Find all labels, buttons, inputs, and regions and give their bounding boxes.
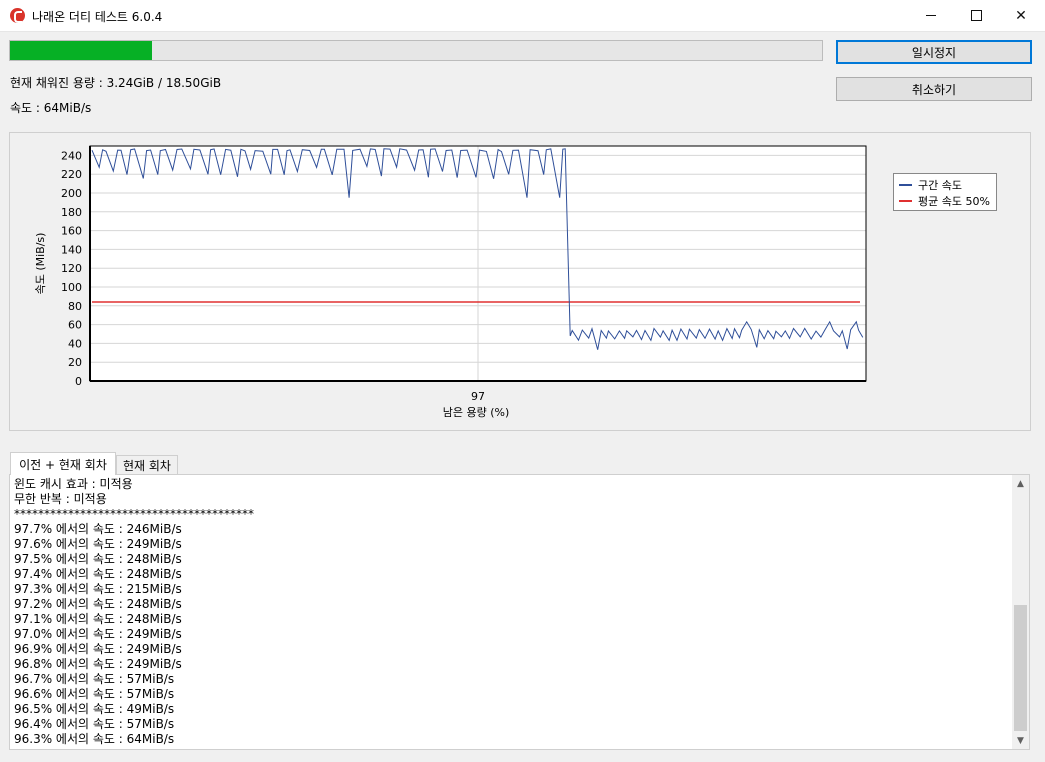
log-line: 97.6% 에서의 속도 : 249MiB/s: [14, 537, 182, 551]
legend-item-average-speed: 평균 속도 50%: [899, 194, 990, 208]
scroll-thumb[interactable]: [1014, 605, 1027, 731]
window-title: 나래온 더티 테스트 6.0.4: [32, 10, 163, 24]
y-tick-label: 180: [61, 206, 82, 219]
log-line: 97.3% 에서의 속도 : 215MiB/s: [14, 582, 182, 596]
fill-progress-bar: [9, 40, 823, 61]
y-tick-label: 220: [61, 168, 82, 181]
log-line: 윈도 캐시 효과 : 미적용: [14, 477, 133, 491]
maximize-button[interactable]: [953, 0, 999, 31]
x-tick-label: 97: [471, 390, 485, 403]
log-line: 96.9% 에서의 속도 : 249MiB/s: [14, 642, 182, 656]
y-tick-label: 80: [68, 300, 82, 313]
speed-text: 속도 : 64MiB/s: [10, 101, 92, 115]
log-line: 97.5% 에서의 속도 : 248MiB/s: [14, 552, 182, 566]
scroll-down-icon[interactable]: ▼: [1012, 732, 1029, 749]
minimize-icon: [926, 15, 936, 16]
legend-item-segment-speed: 구간 속도: [899, 178, 962, 192]
filled-capacity-text: 현재 채워진 용량 : 3.24GiB / 18.50GiB: [10, 76, 222, 90]
x-axis-label: 남은 용량 (%): [443, 406, 510, 419]
legend-label: 평균 속도 50%: [918, 195, 990, 208]
tab-current[interactable]: 현재 회차: [116, 455, 178, 475]
log-line: 97.4% 에서의 속도 : 248MiB/s: [14, 567, 182, 581]
y-tick-label: 20: [68, 356, 82, 369]
y-tick-label: 160: [61, 225, 82, 238]
tab-previous-and-current[interactable]: 이전 + 현재 회차: [10, 452, 116, 475]
log-line: 97.2% 에서의 속도 : 248MiB/s: [14, 597, 182, 611]
y-tick-label: 60: [68, 319, 82, 332]
log-scrollbar[interactable]: ▲ ▼: [1012, 475, 1029, 749]
log-line: 97.0% 에서의 속도 : 249MiB/s: [14, 627, 182, 641]
progress-fill: [10, 41, 153, 60]
log-line: 96.4% 에서의 속도 : 57MiB/s: [14, 717, 175, 731]
log-line: 96.5% 에서의 속도 : 49MiB/s: [14, 702, 175, 716]
chart-legend: 구간 속도 평균 속도 50%: [893, 173, 997, 211]
legend-swatch: [899, 184, 912, 186]
legend-label: 구간 속도: [918, 179, 962, 192]
log-line: 97.7% 에서의 속도 : 246MiB/s: [14, 522, 182, 536]
minimize-button[interactable]: [908, 0, 954, 31]
y-tick-label: 120: [61, 262, 82, 275]
y-axis-label: 속도 (MiB/s): [34, 233, 47, 295]
scroll-up-icon[interactable]: ▲: [1012, 475, 1029, 492]
log-line: 무한 반복 : 미적용: [14, 492, 107, 506]
cancel-button[interactable]: 취소하기: [836, 77, 1032, 101]
log-line: 96.6% 에서의 속도 : 57MiB/s: [14, 687, 175, 701]
close-icon: ✕: [1015, 7, 1027, 24]
y-tick-label: 0: [75, 375, 82, 388]
maximize-icon: [970, 10, 982, 21]
pause-button[interactable]: 일시정지: [836, 40, 1032, 64]
y-tick-label: 100: [61, 281, 82, 294]
app-logo-icon: [10, 8, 25, 23]
log-line: 97.1% 에서의 속도 : 248MiB/s: [14, 612, 182, 626]
log-line: 96.7% 에서의 속도 : 57MiB/s: [14, 672, 175, 686]
close-button[interactable]: ✕: [998, 0, 1044, 31]
speed-chart-panel: 0 20 40 60 80 100 120 140 160 180 200 220 240 97 남은 용량…: [9, 132, 1031, 431]
log-line: 96.3% 에서의 속도 : 64MiB/s: [14, 732, 175, 746]
y-tick-label: 200: [61, 187, 82, 200]
legend-swatch: [899, 200, 912, 202]
speed-chart: 0 20 40 60 80 100 120 140 160 180 200 220 240 97 남은 용량…: [34, 145, 867, 419]
log-line: 96.8% 에서의 속도 : 249MiB/s: [14, 657, 182, 671]
log-line: ****************************************: [14, 507, 254, 521]
y-tick-label: 40: [68, 337, 82, 350]
log-lines: 윈도 캐시 효과 : 미적용 무한 반복 : 미적용 ***************…: [14, 477, 254, 747]
y-tick-label: 240: [61, 149, 82, 162]
y-tick-label: 140: [61, 243, 82, 256]
result-log[interactable]: 윈도 캐시 효과 : 미적용 무한 반복 : 미적용 ***************…: [9, 474, 1030, 750]
title-bar: 나래온 더티 테스트 6.0.4 ✕: [0, 0, 1045, 32]
